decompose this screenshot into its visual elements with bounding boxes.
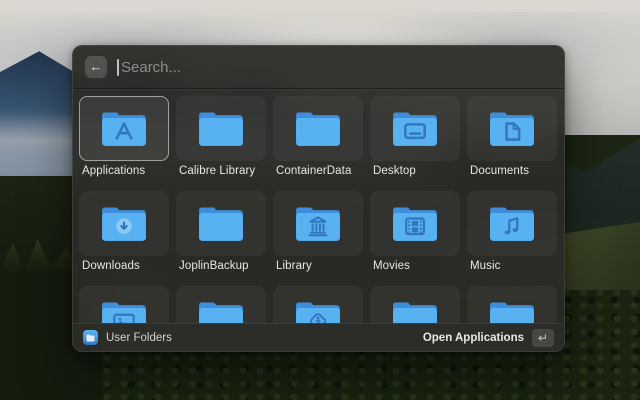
folder-cell-music[interactable]: Music	[467, 191, 557, 286]
music-folder-icon	[490, 207, 534, 241]
plain-folder-icon	[490, 302, 534, 323]
folder-tile[interactable]	[370, 286, 460, 323]
folder-tile[interactable]	[273, 191, 363, 256]
folder-cell-hidden-14[interactable]	[467, 286, 557, 323]
return-key-icon[interactable]: ↵	[532, 328, 554, 347]
plain-folder-icon	[199, 302, 243, 323]
folder-cell-hidden-12[interactable]	[273, 286, 363, 323]
folder-grid-container: Applications Calibre Library ContainerData…	[73, 89, 564, 323]
folder-label: JoplinBackup	[179, 260, 249, 272]
folder-cell-library[interactable]: Library	[273, 191, 363, 286]
folder-tile[interactable]	[79, 191, 169, 256]
movies-folder-icon	[393, 207, 437, 241]
folder-cell-applications[interactable]: Applications	[79, 96, 169, 191]
folder-label: Library	[276, 260, 312, 272]
folder-cell-hidden-11[interactable]	[176, 286, 266, 323]
folder-label: Music	[470, 260, 501, 272]
folder-cell-documents[interactable]: Documents	[467, 96, 557, 191]
folder-tile[interactable]	[273, 286, 363, 323]
mini-folder-icon	[86, 334, 95, 341]
folder-tile[interactable]	[273, 96, 363, 161]
open-applications-action[interactable]: Open Applications	[423, 332, 524, 344]
folder-label: Documents	[470, 165, 530, 177]
folder-tile[interactable]	[370, 96, 460, 161]
plain-folder-icon	[199, 207, 243, 241]
folder-label: Calibre Library	[179, 165, 256, 177]
back-button[interactable]: ←	[85, 56, 107, 78]
folder-tile[interactable]	[176, 191, 266, 256]
plain-folder-icon	[199, 112, 243, 146]
downloads-folder-icon	[102, 207, 146, 241]
search-input[interactable]	[121, 58, 552, 76]
folder-cell-movies[interactable]: Movies	[370, 191, 460, 286]
folder-label: Movies	[373, 260, 411, 272]
folder-cell-containerdata[interactable]: ContainerData	[273, 96, 363, 191]
applications-folder-icon	[102, 112, 146, 146]
folder-label: Applications	[82, 165, 146, 177]
folder-cell-joplinbackup[interactable]: JoplinBackup	[176, 191, 266, 286]
public-folder-icon	[296, 302, 340, 323]
folder-cell-hidden-10[interactable]	[79, 286, 169, 323]
folder-cell-downloads[interactable]: Downloads	[79, 191, 169, 286]
search-bar: ←	[73, 46, 564, 89]
folder-tile[interactable]	[79, 96, 169, 161]
folder-label: ContainerData	[276, 165, 352, 177]
documents-folder-icon	[490, 112, 534, 146]
launcher-panel: ← Applications Calibre Library ContainerDa…	[72, 45, 565, 352]
folder-cell-calibre-library[interactable]: Calibre Library	[176, 96, 266, 191]
folder-tile[interactable]	[370, 191, 460, 256]
desktop-folder-icon	[393, 112, 437, 146]
library-folder-icon	[296, 207, 340, 241]
plain-folder-icon	[296, 112, 340, 146]
folder-grid: Applications Calibre Library ContainerData…	[79, 96, 558, 323]
pictures-folder-icon	[102, 302, 146, 323]
folder-cell-hidden-13[interactable]	[370, 286, 460, 323]
folder-tile[interactable]	[467, 286, 557, 323]
folder-tile[interactable]	[467, 96, 557, 161]
folder-tile[interactable]	[176, 96, 266, 161]
folder-cell-desktop[interactable]: Desktop	[370, 96, 460, 191]
folder-label: Downloads	[82, 260, 140, 272]
action-bar: User Folders Open Applications ↵	[73, 323, 564, 351]
folder-tile[interactable]	[79, 286, 169, 323]
text-caret	[117, 58, 119, 76]
plain-folder-icon	[393, 302, 437, 323]
back-arrow-icon: ←	[89, 59, 103, 74]
folder-tile[interactable]	[176, 286, 266, 323]
folder-tile[interactable]	[467, 191, 557, 256]
user-folders-extension-icon	[83, 330, 98, 345]
folder-label: Desktop	[373, 165, 416, 177]
source-label: User Folders	[106, 331, 172, 344]
